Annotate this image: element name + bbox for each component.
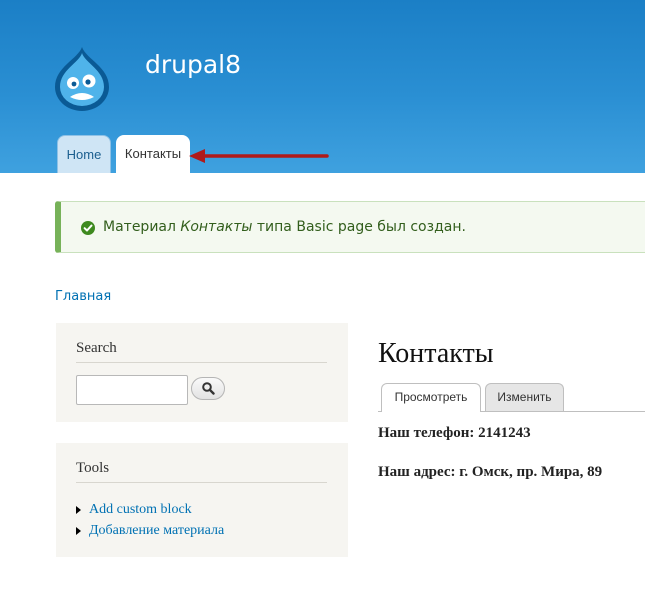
annotation-arrow-icon: [189, 149, 329, 163]
body-phone: Наш телефон: 2141243: [378, 425, 531, 441]
tools-item-label[interactable]: Add custom block: [89, 502, 192, 517]
tab-home[interactable]: Home: [57, 135, 111, 173]
bullet-icon: [76, 506, 81, 514]
status-message-text: Материал Контакты типа Basic page был со…: [103, 219, 466, 235]
status-message: Материал Контакты типа Basic page был со…: [55, 201, 645, 253]
bullet-icon: [76, 527, 81, 535]
check-circle-icon: [81, 221, 95, 235]
status-message-prefix: Материал: [103, 219, 181, 235]
tools-block-divider: [76, 482, 327, 483]
tools-item-add-custom-block[interactable]: Add custom block: [76, 502, 224, 523]
tab-edit[interactable]: Изменить: [485, 383, 564, 411]
tools-block: Tools Add custom block Добавление матери…: [56, 443, 348, 557]
search-icon: [202, 382, 215, 395]
tab-view[interactable]: Просмотреть: [381, 383, 481, 412]
tools-item-add-content[interactable]: Добавление материала: [76, 523, 224, 544]
drupal-logo-icon[interactable]: [53, 45, 111, 111]
search-input[interactable]: [76, 375, 188, 405]
page-title: Контакты: [378, 338, 494, 369]
search-block: Search: [56, 323, 348, 422]
tools-menu: Add custom block Добавление материала: [76, 502, 224, 544]
body-address: Наш адрес: г. Омск, пр. Мира, 89: [378, 464, 603, 480]
tools-item-label[interactable]: Добавление материала: [89, 523, 224, 538]
status-message-suffix: типа Basic page был создан.: [252, 219, 466, 235]
tab-contacts[interactable]: Контакты: [116, 135, 190, 173]
tools-block-title: Tools: [76, 460, 110, 476]
status-message-node-link[interactable]: Контакты: [180, 219, 252, 235]
local-tasks: Просмотреть Изменить: [378, 383, 645, 412]
search-block-divider: [76, 362, 327, 363]
search-block-title: Search: [76, 340, 117, 356]
breadcrumb-home[interactable]: Главная: [55, 289, 111, 304]
search-button[interactable]: [191, 377, 225, 400]
site-name[interactable]: drupal8: [145, 50, 241, 79]
